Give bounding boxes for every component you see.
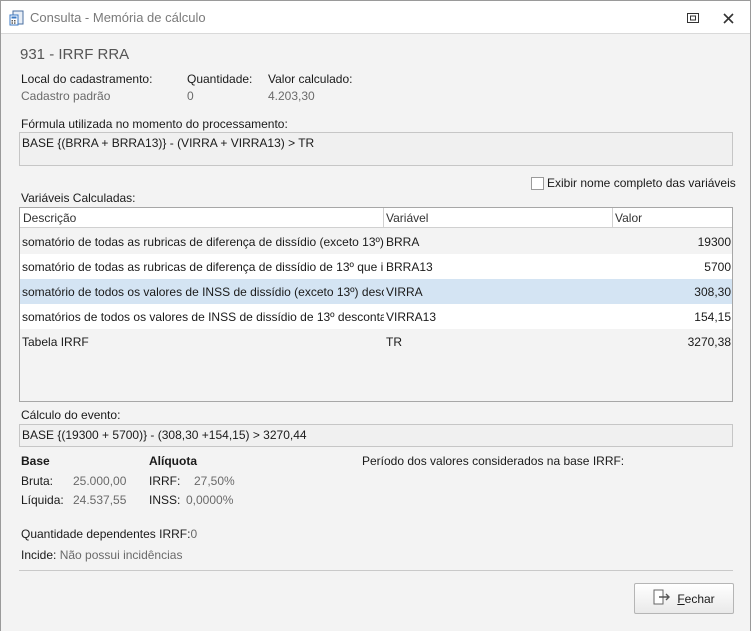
table-row[interactable]: somatórios de todos os valores de INSS d… (20, 304, 732, 329)
close-button-label-rest: echar (684, 591, 715, 606)
periodo-label: Período dos valores considerados na base… (362, 454, 625, 468)
incide-value: Não possui incidências (59, 548, 183, 562)
cell-variavel: VIRRA13 (386, 310, 437, 324)
table-row[interactable]: Tabela IRRF TR 3270,38 (20, 329, 732, 354)
column-divider[interactable] (612, 208, 613, 228)
variables-table[interactable]: Descrição Variável Valor somatório de to… (19, 207, 733, 402)
quantidade-label: Quantidade: (187, 72, 253, 86)
calculator-document-icon (9, 10, 25, 26)
quantidade-value: 0 (187, 89, 194, 103)
close-icon[interactable] (719, 9, 737, 27)
table-header: Descrição Variável Valor (20, 208, 732, 228)
dependentes-label: Quantidade dependentes IRRF:0 (21, 527, 197, 541)
cell-variavel: BRRA13 (386, 260, 433, 274)
inss-label: INSS: (149, 493, 181, 507)
calculo-field[interactable]: BASE {(19300 + 5700)} - (308,30 +154,15)… (19, 424, 733, 447)
column-divider[interactable] (383, 208, 384, 228)
formula-label: Fórmula utilizada no momento do processa… (21, 117, 288, 131)
cell-variavel: VIRRA (386, 285, 423, 299)
footer-divider (19, 570, 733, 571)
valor-calculado-value: 4.203,30 (268, 89, 315, 103)
dependentes-label-text: Quantidade dependentes IRRF: (21, 527, 191, 541)
cell-valor: 308,30 (694, 285, 731, 299)
base-title: Base (21, 454, 50, 468)
event-heading: 931 - IRRF RRA (20, 46, 130, 63)
irrf-label: IRRF: (149, 474, 181, 488)
formula-field[interactable]: BASE {(BRRA + BRRA13)} - (VIRRA + VIRRA1… (19, 132, 733, 166)
close-button-label: Fechar (677, 592, 714, 606)
dialog-window: Consulta - Memória de cálculo 931 - IRRF… (0, 0, 751, 631)
table-row-selected[interactable]: somatório de todos os valores de INSS de… (20, 279, 732, 304)
column-header-variavel[interactable]: Variável (386, 211, 428, 225)
close-button[interactable]: Fechar (634, 583, 734, 614)
cell-descricao: Tabela IRRF (22, 335, 89, 349)
show-full-names-label[interactable]: Exibir nome completo das variáveis (547, 176, 736, 190)
variables-label: Variáveis Calculadas: (21, 191, 136, 205)
cell-valor: 3270,38 (687, 335, 731, 349)
title-bar[interactable]: Consulta - Memória de cálculo (1, 1, 750, 34)
dependentes-value: 0 (190, 527, 198, 541)
cell-descricao: somatório de todos os valores de INSS de… (22, 285, 384, 299)
bruta-label: Bruta: (21, 474, 54, 488)
table-row[interactable]: somatório de todas as rubricas de difere… (20, 229, 732, 254)
calculo-label: Cálculo do evento: (21, 408, 121, 422)
dialog-content: 931 - IRRF RRA Local do cadastramento: C… (1, 35, 750, 631)
local-label: Local do cadastramento: (21, 72, 153, 86)
exit-door-icon (653, 589, 671, 608)
formula-value: BASE {(BRRA + BRRA13)} - (VIRRA + VIRRA1… (22, 136, 315, 150)
valor-calculado-label: Valor calculado: (268, 72, 353, 86)
liquida-value: 24.537,55 (73, 493, 127, 507)
column-header-descricao[interactable]: Descrição (23, 211, 76, 225)
cell-descricao: somatórios de todos os valores de INSS d… (22, 310, 384, 324)
table-row[interactable]: somatório de todas as rubricas de difere… (20, 254, 732, 279)
restore-window-icon[interactable] (684, 9, 702, 27)
irrf-value: 27,50% (194, 474, 235, 488)
incide-row: Incide: Não possui incidências (21, 548, 182, 562)
cell-variavel: BRRA (386, 235, 420, 249)
cell-descricao: somatório de todas as rubricas de difere… (22, 260, 384, 274)
inss-value: 0,0000% (186, 493, 234, 507)
calculo-value: BASE {(19300 + 5700)} - (308,30 +154,15)… (22, 428, 307, 442)
cell-valor: 19300 (697, 235, 731, 249)
column-header-valor[interactable]: Valor (615, 211, 642, 225)
incide-label: Incide: (21, 548, 57, 562)
cell-valor: 154,15 (694, 310, 731, 324)
local-value: Cadastro padrão (21, 89, 111, 103)
cell-variavel: TR (386, 335, 402, 349)
close-button-mnemonic: F (677, 591, 685, 606)
liquida-label: Líquida: (21, 493, 64, 507)
cell-valor: 5700 (704, 260, 731, 274)
bruta-value: 25.000,00 (73, 474, 127, 488)
aliquota-title: Alíquota (149, 454, 197, 468)
show-full-names-checkbox[interactable] (531, 177, 544, 190)
cell-descricao: somatório de todas as rubricas de difere… (22, 235, 384, 249)
window-title: Consulta - Memória de cálculo (30, 10, 206, 25)
